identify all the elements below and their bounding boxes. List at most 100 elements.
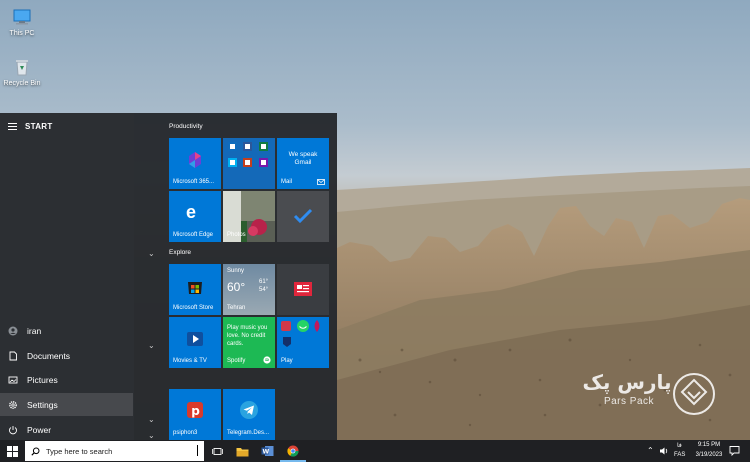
- sidebar-item-label: Pictures: [27, 374, 58, 385]
- weather-condition: Sunny: [227, 268, 245, 274]
- power-icon: [8, 425, 18, 435]
- desktop-icon-label: This PC: [9, 30, 35, 37]
- document-icon: [8, 351, 18, 361]
- start-button[interactable]: [0, 440, 24, 462]
- tile-label: psiphon3: [173, 430, 198, 436]
- folder-icon: [236, 447, 248, 456]
- tile-label: Movies & TV: [173, 358, 207, 364]
- sidebar-item-label: iran: [27, 325, 42, 336]
- sidebar-item-documents[interactable]: Documents: [0, 344, 133, 367]
- tile-news[interactable]: [277, 264, 329, 315]
- start-menu: START iran Documents Pictures Settings P…: [0, 113, 337, 440]
- weather-low: 54°: [259, 287, 269, 293]
- tile-microsoft-store[interactable]: Microsoft Store: [169, 264, 221, 315]
- taskbar: W ⌃ فا FAS 9:15 PM 3/19/2023: [0, 440, 750, 462]
- psiphon-icon: p: [187, 402, 203, 418]
- weather-temperature: 60°: [227, 280, 246, 294]
- tile-label: Photos: [227, 232, 246, 238]
- chevron-down-icon[interactable]: ⌄: [148, 415, 155, 424]
- chevron-down-icon[interactable]: ⌄: [148, 341, 155, 350]
- edge-icon: e: [186, 202, 197, 222]
- tile-microsoft-365[interactable]: Microsoft 365...: [169, 138, 221, 189]
- desktop-icon-label: Recycle Bin: [3, 80, 41, 87]
- sidebar-item-label: Settings: [27, 399, 58, 410]
- recycle-bin-icon: [11, 56, 33, 78]
- picture-icon: [8, 375, 18, 385]
- parspack-logo-icon: [673, 373, 715, 415]
- start-menu-header[interactable]: START: [8, 122, 53, 131]
- tile-office-apps[interactable]: [223, 138, 275, 189]
- chevron-down-icon[interactable]: ⌄: [148, 249, 155, 258]
- tile-todo[interactable]: [277, 191, 329, 242]
- tile-label: Microsoft Edge: [173, 232, 214, 238]
- tile-mail[interactable]: We speak Gmail Mail: [277, 138, 329, 189]
- news-icon: [294, 282, 312, 296]
- show-hidden-icons-chevron-up-icon[interactable]: ⌃: [647, 446, 654, 455]
- language-indicator-native[interactable]: فا: [677, 442, 682, 449]
- language-indicator[interactable]: FAS: [674, 452, 685, 458]
- telegram-icon: [240, 401, 258, 419]
- tile-label: Play: [281, 358, 293, 364]
- sidebar-item-power[interactable]: Power: [0, 418, 133, 441]
- taskbar-search-box[interactable]: [25, 441, 204, 461]
- envelope-icon: [317, 179, 325, 185]
- store-bag-icon: [188, 282, 202, 294]
- search-input[interactable]: [46, 446, 186, 456]
- tile-label: Microsoft 365...: [173, 179, 215, 185]
- computer-icon: [11, 6, 33, 28]
- office-apps-grid-icon: [228, 142, 268, 167]
- taskbar-file-explorer[interactable]: [230, 440, 254, 462]
- checkmark-icon: [293, 208, 313, 224]
- watermark-english-text: Pars Pack: [603, 396, 655, 407]
- hamburger-icon[interactable]: [8, 123, 17, 130]
- group-title-productivity[interactable]: Productivity: [169, 123, 203, 130]
- chevron-down-icon[interactable]: ⌄: [148, 431, 155, 440]
- tile-photos[interactable]: Photos: [223, 191, 275, 242]
- spotify-icon: [263, 356, 271, 364]
- desktop-icon-this-pc[interactable]: This PC: [0, 6, 44, 37]
- tile-movies-tv[interactable]: Movies & TV: [169, 317, 221, 368]
- user-avatar-icon: [8, 326, 18, 336]
- microsoft-365-icon: [189, 152, 201, 168]
- sidebar-item-label: Documents: [27, 350, 70, 361]
- mail-tile-text: We speak: [288, 151, 318, 158]
- text-cursor: [197, 445, 198, 456]
- tile-spotify[interactable]: Play music you love. No credit cards. Sp…: [223, 317, 275, 368]
- tile-microsoft-edge[interactable]: e Microsoft Edge: [169, 191, 221, 242]
- play-film-icon: [187, 332, 203, 346]
- chrome-icon: [287, 445, 299, 457]
- clock-date[interactable]: 3/19/2023: [690, 452, 728, 458]
- mail-tile-text: Gmail: [294, 159, 312, 166]
- tile-psiphon[interactable]: p psiphon3: [169, 389, 221, 440]
- taskbar-chrome[interactable]: [281, 440, 305, 462]
- tile-label: Tehran: [227, 305, 246, 311]
- svg-text:p: p: [191, 404, 200, 418]
- tile-label: Microsoft Store: [173, 305, 214, 311]
- start-title: START: [25, 122, 53, 131]
- sidebar-item-pictures[interactable]: Pictures: [0, 368, 133, 391]
- desktop-icon-recycle-bin[interactable]: Recycle Bin: [0, 56, 44, 87]
- windows-logo-icon: [6, 445, 18, 457]
- notification-center-icon[interactable]: [729, 445, 740, 456]
- sidebar-item-label: Power: [27, 424, 52, 435]
- watermark-persian-text: پارس پک: [582, 370, 672, 394]
- gear-icon: [8, 400, 18, 410]
- word-icon: W: [261, 446, 273, 456]
- sidebar-item-user[interactable]: iran: [0, 319, 133, 342]
- group-title-explore[interactable]: Explore: [169, 249, 191, 256]
- tile-play[interactable]: Play: [277, 317, 329, 368]
- volume-icon[interactable]: [659, 446, 669, 456]
- weather-high: 61°: [259, 279, 269, 285]
- svg-text:W: W: [262, 449, 269, 456]
- search-icon: [31, 447, 40, 456]
- tile-telegram[interactable]: Telegram.Des...: [223, 389, 275, 440]
- tile-label: Telegram.Des...: [227, 430, 270, 436]
- tile-weather[interactable]: Sunny 60° 61° 54° Tehran: [223, 264, 275, 315]
- task-view-button[interactable]: [205, 440, 229, 462]
- spotify-promo-text: Play music you love. No credit cards.: [227, 325, 268, 347]
- taskbar-word[interactable]: W: [255, 440, 279, 462]
- task-view-icon: [211, 447, 223, 455]
- clock-time[interactable]: 9:15 PM: [694, 442, 724, 448]
- tile-label: Spotify: [227, 358, 246, 364]
- sidebar-item-settings[interactable]: Settings: [0, 393, 133, 416]
